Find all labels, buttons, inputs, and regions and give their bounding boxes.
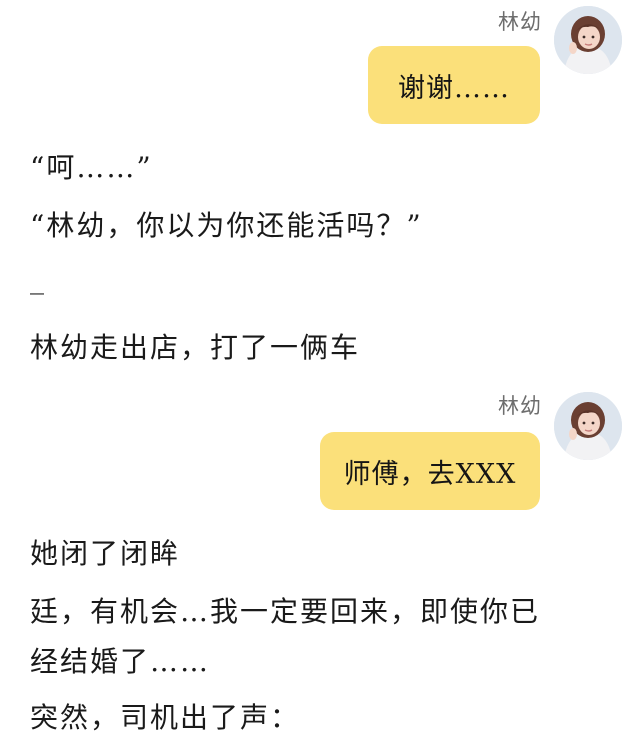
- story-line: 廷，有机会…我一定要回来，即使你已: [30, 595, 541, 628]
- avatar[interactable]: [554, 392, 622, 460]
- avatar[interactable]: [554, 6, 622, 74]
- story-line: _: [30, 262, 46, 295]
- sender-name: 林幼: [498, 10, 542, 34]
- message-bubble: 师傅，去XXX: [320, 432, 540, 510]
- story-line: “呵……”: [30, 151, 153, 184]
- story-line: 突然，司机出了声：: [30, 701, 301, 734]
- story-line: “林幼，你以为你还能活吗？”: [30, 209, 423, 242]
- story-line: 她闭了闭眸: [30, 537, 181, 570]
- story-line: 林幼走出店，打了一俩车: [30, 331, 361, 364]
- story-line: 经结婚了……: [30, 645, 211, 678]
- message-bubble: 谢谢……: [368, 46, 540, 124]
- sender-name: 林幼: [498, 394, 542, 418]
